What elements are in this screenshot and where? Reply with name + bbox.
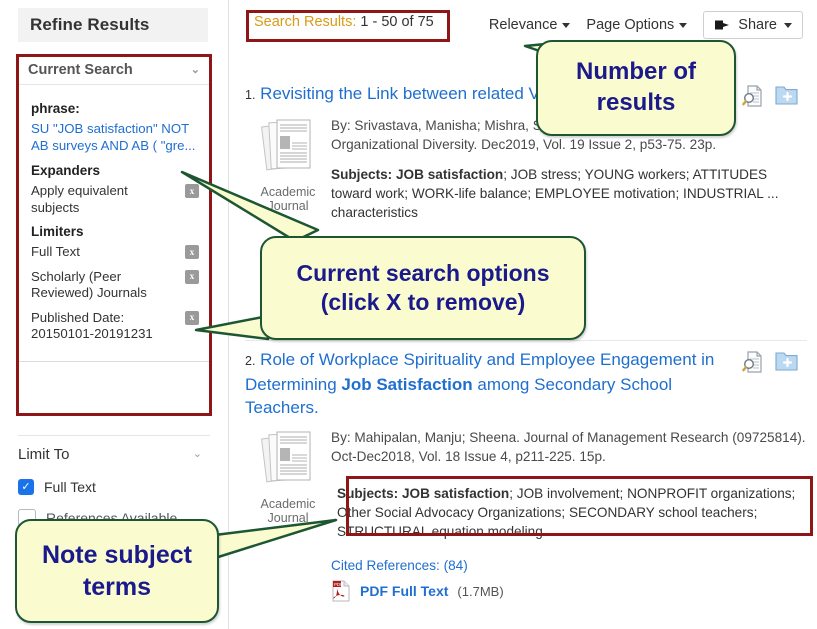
- limiter-row-published-date: Published Date: 20150101-20191231 x: [31, 310, 199, 343]
- limiter-label: Full Text: [31, 244, 80, 259]
- limiter-row-full-text: Full Text x: [31, 244, 199, 261]
- chevron-down-icon[interactable]: ⌄: [191, 64, 200, 76]
- pdf-full-text-row[interactable]: PDF PDF Full Text (1.7MB): [331, 580, 807, 602]
- callout-note-subject-terms: Note subject terms: [15, 519, 219, 623]
- result-number: 2.: [245, 354, 256, 368]
- result-item-2: 2. Role of Workplace Spirituality and Em…: [245, 348, 807, 602]
- refine-results-label: Refine Results: [30, 15, 150, 34]
- callout-current-search-options: Current search options (click X to remov…: [260, 236, 586, 340]
- toolbar-right-group: Relevance Page Options Share: [489, 11, 803, 39]
- result-body: Academic Journal By: Mahipalan, Manju; S…: [245, 428, 807, 602]
- result-subjects: Subjects: JOB satisfaction; JOB involvem…: [331, 480, 807, 546]
- limit-to-option-full-text[interactable]: ✓ Full Text: [18, 479, 210, 495]
- chevron-down-icon[interactable]: ⌄: [193, 449, 202, 460]
- search-results-label: Search Results:: [254, 14, 357, 30]
- sort-relevance-label: Relevance: [488, 17, 558, 33]
- screenshot-root: « Refine Results Current Search ⌄ phrase…: [0, 0, 817, 629]
- remove-limiter-button[interactable]: x: [185, 310, 199, 325]
- callout-line-2: results: [596, 89, 676, 116]
- thumbnail-caption: Academic Journal: [245, 185, 331, 213]
- callout-line-2: (click X to remove): [320, 289, 526, 315]
- academic-journal-icon: [261, 119, 311, 171]
- thumbnail-caption-line1: Academic: [260, 185, 316, 199]
- callout-line-1: Current search options: [296, 259, 550, 286]
- result-thumbnail: Academic Journal: [245, 428, 331, 602]
- result-divider: [245, 340, 807, 341]
- subjects-label: Subjects:: [331, 167, 393, 182]
- chevron-down-icon: [784, 22, 792, 28]
- academic-journal-icon: [261, 431, 311, 483]
- thumbnail-caption-line2: Journal: [267, 511, 309, 525]
- limit-to-panel: Limit To ⌄ ✓ Full Text References Availa…: [18, 435, 210, 527]
- phrase-label: phrase:: [31, 101, 80, 116]
- result-metadata: By: Mahipalan, Manju; Sheena. Journal of…: [331, 428, 807, 602]
- expanders-label: Expanders: [31, 163, 101, 178]
- result-title-link[interactable]: 2. Role of Workplace Spirituality and Em…: [245, 348, 807, 419]
- callout-line-2: terms: [82, 573, 152, 601]
- remove-limiter-button[interactable]: x: [185, 269, 199, 284]
- limit-to-option-label: Full Text: [44, 479, 96, 495]
- thumbnail-caption-line2: Journal: [267, 199, 309, 213]
- remove-limiter-button[interactable]: x: [185, 245, 199, 259]
- share-icon: [715, 20, 730, 30]
- svg-text:PDF: PDF: [334, 582, 343, 587]
- add-to-folder-icon[interactable]: [775, 84, 799, 106]
- subjects-primary-term: JOB satisfaction: [401, 486, 510, 501]
- limiter-label: Scholarly (Peer Reviewed) Journals: [31, 268, 147, 301]
- share-label: Share: [738, 17, 777, 33]
- result-subjects: Subjects: JOB satisfaction; JOB stress; …: [331, 165, 807, 222]
- limiter-row-scholarly: Scholarly (Peer Reviewed) Journals x: [31, 269, 199, 302]
- subjects-primary-term: JOB satisfaction: [395, 167, 504, 182]
- result-title-highlight: Job Satisfaction: [341, 375, 473, 394]
- search-results-range: 1 - 50 of 75: [356, 14, 434, 30]
- checkbox-checked-icon[interactable]: ✓: [18, 479, 34, 495]
- result-byline: By: Mahipalan, Manju; Sheena. Journal of…: [331, 430, 806, 464]
- phrase-query-link[interactable]: SU "JOB satisfaction" NOT AB surveys AND…: [31, 121, 199, 154]
- callout-number-of-results: Number of results: [536, 40, 736, 136]
- results-toolbar: Search Results: 1 - 50 of 75 Relevance P…: [229, 0, 817, 48]
- current-search-header[interactable]: Current Search ⌄: [19, 56, 209, 85]
- share-button[interactable]: Share: [703, 11, 803, 39]
- callout-line-1: Number of: [576, 58, 696, 86]
- result-number: 1.: [245, 88, 256, 102]
- preview-icon[interactable]: [741, 350, 765, 374]
- add-to-folder-icon[interactable]: [775, 350, 799, 372]
- result-actions: [741, 84, 799, 108]
- chevron-down-icon: [679, 22, 688, 28]
- result-title-text-1: Revisiting the Link between: [260, 84, 472, 103]
- cited-references-link[interactable]: Cited References: (84): [331, 558, 807, 573]
- expander-label: Apply equivalent subjects: [31, 183, 128, 215]
- limiter-label: Published Date: 20150101-20191231: [31, 309, 153, 342]
- sort-relevance-dropdown[interactable]: Relevance: [489, 17, 571, 33]
- chevron-down-icon: [562, 22, 571, 28]
- current-search-title: Current Search: [28, 62, 133, 78]
- limit-to-header[interactable]: Limit To ⌄: [18, 444, 210, 465]
- current-search-panel: Current Search ⌄ phrase: SU "JOB satisfa…: [18, 55, 210, 362]
- thumbnail-caption: Academic Journal: [245, 497, 331, 525]
- limit-to-title: Limit To: [18, 446, 70, 463]
- search-results-count: Search Results: 1 - 50 of 75: [254, 14, 434, 30]
- callout-line-1: Note subject: [41, 541, 193, 569]
- expander-row: Apply equivalent subjects x: [31, 183, 199, 216]
- result-actions: [741, 350, 799, 374]
- thumbnail-caption-line1: Academic: [260, 497, 316, 511]
- pdf-full-text-label: PDF Full Text: [360, 583, 449, 599]
- remove-expander-button[interactable]: x: [185, 184, 199, 198]
- result-thumbnail: Academic Journal: [245, 116, 331, 222]
- preview-icon[interactable]: [741, 84, 765, 108]
- current-search-body: phrase: SU "JOB satisfaction" NOT AB sur…: [19, 85, 209, 361]
- subjects-label: Subjects:: [337, 486, 399, 501]
- page-options-label: Page Options: [586, 17, 675, 33]
- pdf-icon: PDF: [332, 580, 350, 602]
- limiters-label: Limiters: [31, 224, 84, 239]
- page-options-dropdown[interactable]: Page Options: [586, 17, 688, 33]
- pdf-file-size: (1.7MB): [457, 583, 504, 599]
- page-title: Refine Results: [18, 8, 208, 42]
